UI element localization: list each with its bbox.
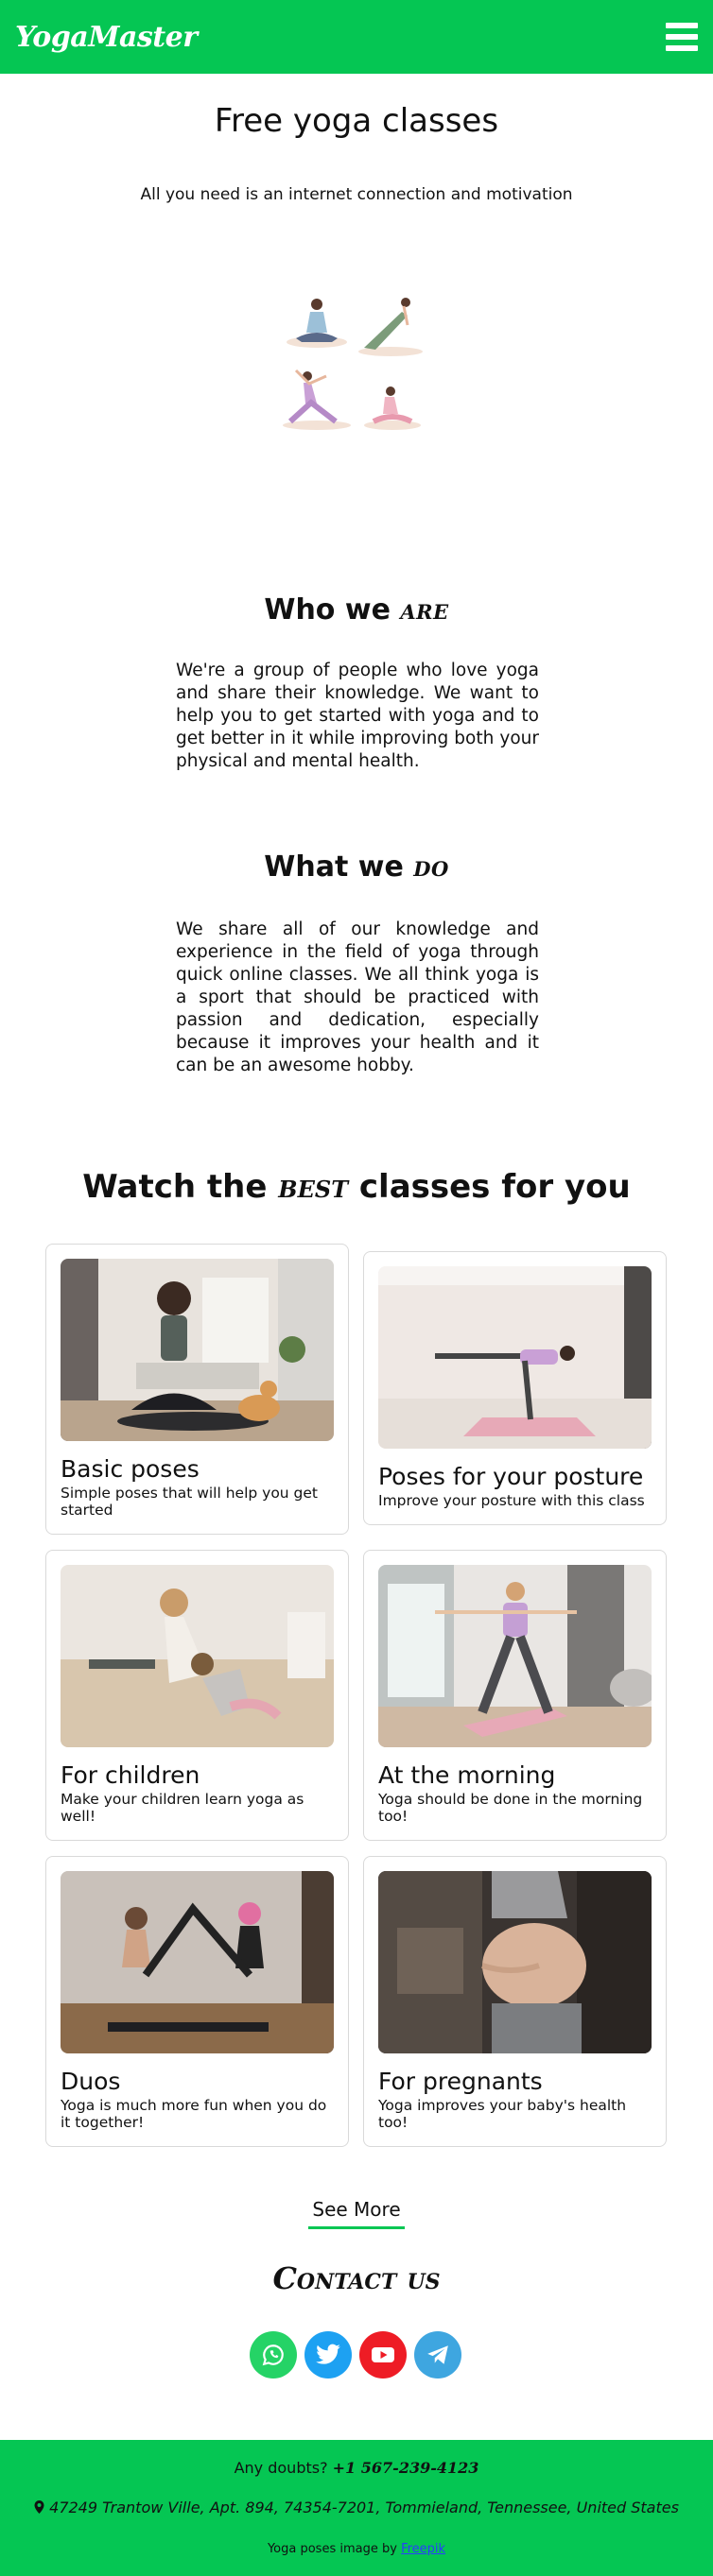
class-card-children[interactable]: For children Make your children learn yo… bbox=[45, 1550, 349, 1841]
freepik-link[interactable]: Freepik bbox=[401, 2542, 445, 2556]
class-card-description: Improve your posture with this class bbox=[378, 1492, 645, 1509]
telegram-glyph bbox=[427, 2345, 448, 2364]
phone-number[interactable]: +1 567-239-4123 bbox=[333, 2459, 479, 2477]
youtube-glyph bbox=[372, 2347, 394, 2362]
address-text: 47249 Trantow Ville, Apt. 894, 74354-720… bbox=[49, 2499, 679, 2516]
class-card-posture[interactable]: Poses for your posture Improve your post… bbox=[363, 1251, 667, 1525]
class-card-title: Duos bbox=[61, 2068, 121, 2095]
whatsapp-glyph bbox=[262, 2344, 284, 2366]
see-more-button[interactable]: See More bbox=[308, 2198, 405, 2229]
hero-title: Free yoga classes bbox=[214, 102, 499, 140]
menu-bar-middle bbox=[666, 34, 698, 40]
class-card-description: Make your children learn yoga as well! bbox=[61, 1791, 304, 1825]
about-title-accent: are bbox=[400, 593, 449, 627]
class-card-morning[interactable]: At the morning Yoga should be done in th… bbox=[363, 1550, 667, 1841]
twitter-icon[interactable] bbox=[304, 2331, 352, 2379]
menu-bar-top bbox=[666, 23, 698, 28]
basic-poses-photo bbox=[61, 1259, 334, 1441]
what-title: What we do bbox=[0, 850, 713, 884]
whatsapp-icon[interactable] bbox=[250, 2331, 297, 2379]
about-text: We're a group of people who love yoga an… bbox=[176, 661, 539, 771]
class-card-title: For pregnants bbox=[378, 2068, 543, 2095]
class-card-basic-poses[interactable]: Basic poses Simple poses that will help … bbox=[45, 1244, 349, 1535]
classes-title-suffix: classes for you bbox=[348, 1168, 631, 1206]
about-title: Who we are bbox=[0, 593, 713, 627]
footer-address: 47249 Trantow Ville, Apt. 894, 74354-720… bbox=[0, 2499, 713, 2516]
site-header: YogaMaster bbox=[0, 0, 713, 74]
class-card-description: Yoga improves your baby's health too! bbox=[378, 2097, 627, 2131]
duos-photo bbox=[61, 1871, 334, 2053]
class-card-title: For children bbox=[61, 1761, 200, 1789]
class-card-description: Yoga should be done in the morning too! bbox=[378, 1791, 643, 1825]
credit-prefix: Yoga poses image by bbox=[267, 2542, 402, 2556]
image-credit: Yoga poses image by Freepik bbox=[0, 2542, 713, 2556]
classes-title: Watch the best classes for you bbox=[0, 1168, 713, 1206]
class-card-description: Yoga is much more fun when you do it tog… bbox=[61, 2097, 327, 2131]
posture-photo bbox=[378, 1266, 652, 1449]
about-title-prefix: Who we bbox=[264, 593, 401, 627]
site-logo[interactable]: YogaMaster bbox=[15, 21, 198, 54]
footer-doubts: Any doubts? +1 567-239-4123 bbox=[0, 2459, 713, 2477]
class-card-title: Poses for your posture bbox=[378, 1463, 644, 1490]
what-text: We share all of our knowledge and experi… bbox=[176, 919, 539, 1075]
children-photo bbox=[61, 1565, 334, 1747]
location-pin-icon bbox=[34, 2500, 44, 2514]
class-card-pregnants[interactable]: For pregnants Yoga improves your baby's … bbox=[363, 1856, 667, 2147]
telegram-icon[interactable] bbox=[414, 2331, 461, 2379]
site-footer: Any doubts? +1 567-239-4123 47249 Tranto… bbox=[0, 2440, 713, 2576]
morning-photo bbox=[378, 1565, 652, 1747]
youtube-icon[interactable] bbox=[359, 2331, 407, 2379]
menu-bar-bottom bbox=[666, 45, 698, 51]
social-links bbox=[250, 2331, 461, 2379]
what-title-prefix: What we bbox=[264, 850, 414, 884]
class-card-description: Simple poses that will help you get star… bbox=[61, 1485, 319, 1519]
classes-title-accent: best bbox=[278, 1168, 349, 1206]
class-card-title: Basic poses bbox=[61, 1455, 200, 1483]
hamburger-menu-icon[interactable] bbox=[666, 21, 698, 53]
contact-title: Contact us bbox=[272, 2260, 441, 2296]
twitter-glyph bbox=[316, 2344, 340, 2364]
yoga-poses-illustration bbox=[283, 298, 423, 430]
hero-subtitle: All you need is an internet connection a… bbox=[140, 185, 573, 204]
pregnants-photo bbox=[378, 1871, 652, 2053]
doubts-label: Any doubts? bbox=[234, 2459, 333, 2477]
class-card-duos[interactable]: Duos Yoga is much more fun when you do i… bbox=[45, 1856, 349, 2147]
what-title-accent: do bbox=[413, 850, 449, 884]
class-card-title: At the morning bbox=[378, 1761, 556, 1789]
classes-title-prefix: Watch the bbox=[82, 1168, 279, 1206]
